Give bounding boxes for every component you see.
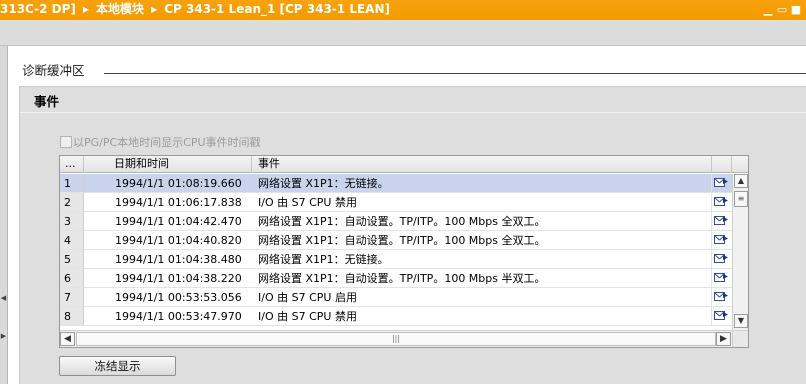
column-header-icon [712, 156, 732, 173]
restore-icon[interactable]: ▭ [776, 1, 788, 19]
scroll-up-icon[interactable]: ▲ [734, 174, 748, 188]
row-index: 3 [60, 212, 84, 231]
go-to-details-icon[interactable] [712, 174, 732, 193]
row-datetime: 1994/1/1 01:04:42.470 [84, 212, 252, 231]
row-datetime: 1994/1/1 01:04:38.220 [84, 269, 252, 288]
row-index: 5 [60, 250, 84, 269]
breadcrumb-item-cp[interactable]: CP 343-1 Lean_1 [CP 343-1 LEAN] [164, 0, 390, 18]
row-index: 6 [60, 269, 84, 288]
go-to-details-icon[interactable] [712, 212, 732, 231]
breadcrumb-item-device[interactable]: 313C-2 DP] [0, 0, 76, 18]
row-event: 网络设置 X1P1：无链接。 [252, 174, 712, 193]
checkbox-box[interactable] [60, 136, 72, 148]
table-row[interactable]: 8 1994/1/1 00:53:47.970 I/O 由 S7 CPU 禁用 [60, 307, 748, 326]
section-divider [104, 73, 806, 74]
column-header-index[interactable]: ... [60, 156, 84, 173]
breadcrumb: 313C-2 DP] ▶ 本地模块 ▶ CP 343-1 Lean_1 [CP 343-… [0, 0, 390, 20]
breadcrumb-separator-icon: ▶ [82, 5, 90, 14]
panel-title: 事件 [34, 94, 60, 109]
go-to-details-icon[interactable] [712, 231, 732, 250]
breadcrumb-separator-icon: ▶ [151, 5, 158, 14]
table-row[interactable]: 4 1994/1/1 01:04:40.820 网络设置 X1P1：自动设置。TP/… [60, 231, 748, 250]
title-bar: 313C-2 DP] ▶ 本地模块 ▶ CP 343-1 Lean_1 [CP 343-… [0, 0, 806, 20]
row-index: 7 [60, 288, 84, 307]
row-datetime: 1994/1/1 01:04:38.480 [84, 250, 252, 269]
row-event: 网络设置 X1P1：自动设置。TP/ITP。100 Mbps 全双工。 [252, 231, 712, 250]
go-to-details-icon[interactable] [712, 250, 732, 269]
scroll-right-icon[interactable]: ▶ [716, 332, 731, 346]
row-datetime: 1994/1/1 01:04:40.820 [84, 231, 252, 250]
row-event: 网络设置 X1P1：自动设置。TP/ITP。100 Mbps 全双工。 [252, 212, 712, 231]
column-header-datetime[interactable]: 日期和时间 [84, 156, 252, 173]
row-index: 8 [60, 307, 84, 326]
table-row[interactable]: 7 1994/1/1 00:53:53.056 I/O 由 S7 CPU 启用 [60, 288, 748, 307]
close-icon[interactable]: ■ [790, 1, 802, 19]
table-row[interactable]: 2 1994/1/1 01:06:17.838 I/O 由 S7 CPU 禁用 [60, 193, 748, 212]
row-index: 4 [60, 231, 84, 250]
local-time-checkbox[interactable]: 以PG/PC本地时间显示CPU事件时间戳 [60, 134, 261, 149]
vertical-scrollbar[interactable]: ▲ ≡ ▼ [732, 174, 748, 330]
diagnostic-buffer-table: ... 日期和时间 事件 1 1994/1/1 01:08:19.660 网络设置 … [59, 155, 749, 348]
left-collapsed-pane[interactable]: ◀ ▶ [0, 46, 8, 384]
panel-divider [20, 112, 806, 113]
row-index: 1 [60, 174, 84, 193]
row-datetime: 1994/1/1 00:53:53.056 [84, 288, 252, 307]
vertical-scroll-thumb[interactable]: ≡ [734, 191, 748, 207]
column-header-event[interactable]: 事件 [252, 156, 712, 173]
table-row[interactable]: 1 1994/1/1 01:08:19.660 网络设置 X1P1：无链接。 [60, 174, 748, 193]
collapse-left-icon[interactable]: ▶ [0, 332, 7, 340]
breadcrumb-item-local-module[interactable]: 本地模块 [96, 0, 144, 18]
toolbar [0, 20, 806, 46]
row-datetime: 1994/1/1 01:06:17.838 [84, 193, 252, 212]
table-row[interactable]: 6 1994/1/1 01:04:38.220 网络设置 X1P1：自动设置。TP/… [60, 269, 748, 288]
table-row[interactable]: 5 1994/1/1 01:04:38.480 网络设置 X1P1：无链接。 [60, 250, 748, 269]
scroll-down-icon[interactable]: ▼ [734, 314, 748, 328]
events-panel: 事件 以PG/PC本地时间显示CPU事件时间戳 ... 日期和时间 事件 1 19… [19, 86, 806, 384]
horizontal-scrollbar[interactable]: ◀ ||| ▶ [60, 330, 732, 347]
minimize-icon[interactable]: ▁ [762, 1, 774, 19]
go-to-details-icon[interactable] [712, 307, 732, 326]
freeze-display-button[interactable]: 冻结显示 [59, 356, 176, 376]
row-event: I/O 由 S7 CPU 禁用 [252, 193, 712, 212]
expand-left-icon[interactable]: ◀ [0, 294, 7, 302]
go-to-details-icon[interactable] [712, 269, 732, 288]
row-index: 2 [60, 193, 84, 212]
table-header: ... 日期和时间 事件 [60, 156, 748, 173]
row-datetime: 1994/1/1 01:08:19.660 [84, 174, 252, 193]
go-to-details-icon[interactable] [712, 288, 732, 307]
table-body: 1 1994/1/1 01:08:19.660 网络设置 X1P1：无链接。 2 199… [60, 174, 748, 330]
row-datetime: 1994/1/1 00:53:47.970 [84, 307, 252, 326]
table-row[interactable]: 3 1994/1/1 01:04:42.470 网络设置 X1P1：自动设置。TP/… [60, 212, 748, 231]
section-label: 诊断缓冲区 [22, 63, 85, 78]
go-to-details-icon[interactable] [712, 193, 732, 212]
scrollbar-corner [732, 330, 748, 347]
row-event: 网络设置 X1P1：自动设置。TP/ITP。100 Mbps 半双工。 [252, 269, 712, 288]
row-event: I/O 由 S7 CPU 启用 [252, 288, 712, 307]
checkbox-label: 以PG/PC本地时间显示CPU事件时间戳 [73, 136, 261, 149]
horizontal-scroll-thumb[interactable]: ||| [76, 332, 716, 346]
scroll-left-icon[interactable]: ◀ [60, 332, 75, 346]
row-event: 网络设置 X1P1：无链接。 [252, 250, 712, 269]
row-event: I/O 由 S7 CPU 禁用 [252, 307, 712, 326]
